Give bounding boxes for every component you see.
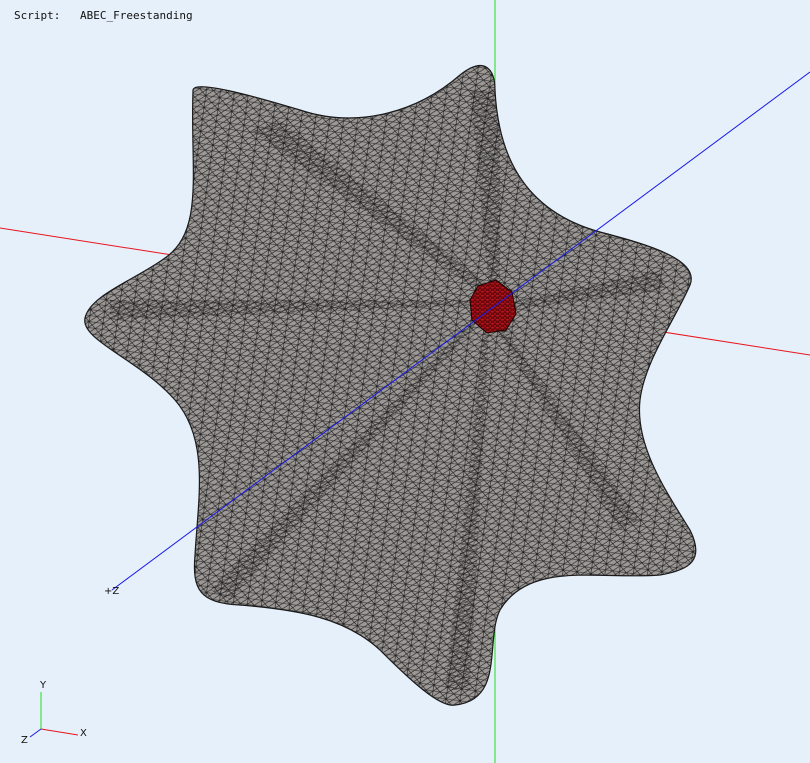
script-key: Script: bbox=[14, 9, 61, 22]
3d-viewport[interactable]: +Z Y X Z Script: ABEC_Freestanding bbox=[0, 0, 810, 763]
triad-z-label: Z bbox=[21, 735, 28, 746]
horn-mesh[interactable] bbox=[60, 50, 720, 730]
triad-y-label: Y bbox=[39, 680, 47, 691]
script-info: Script: ABEC_Freestanding bbox=[14, 9, 193, 22]
triad-x-label: X bbox=[80, 728, 87, 739]
orientation-triad: Y X Z bbox=[21, 680, 87, 746]
script-name: ABEC_Freestanding bbox=[80, 9, 193, 22]
z-axis-tag: +Z bbox=[104, 586, 119, 597]
mesh-scene[interactable]: +Z Y X Z bbox=[0, 0, 810, 763]
